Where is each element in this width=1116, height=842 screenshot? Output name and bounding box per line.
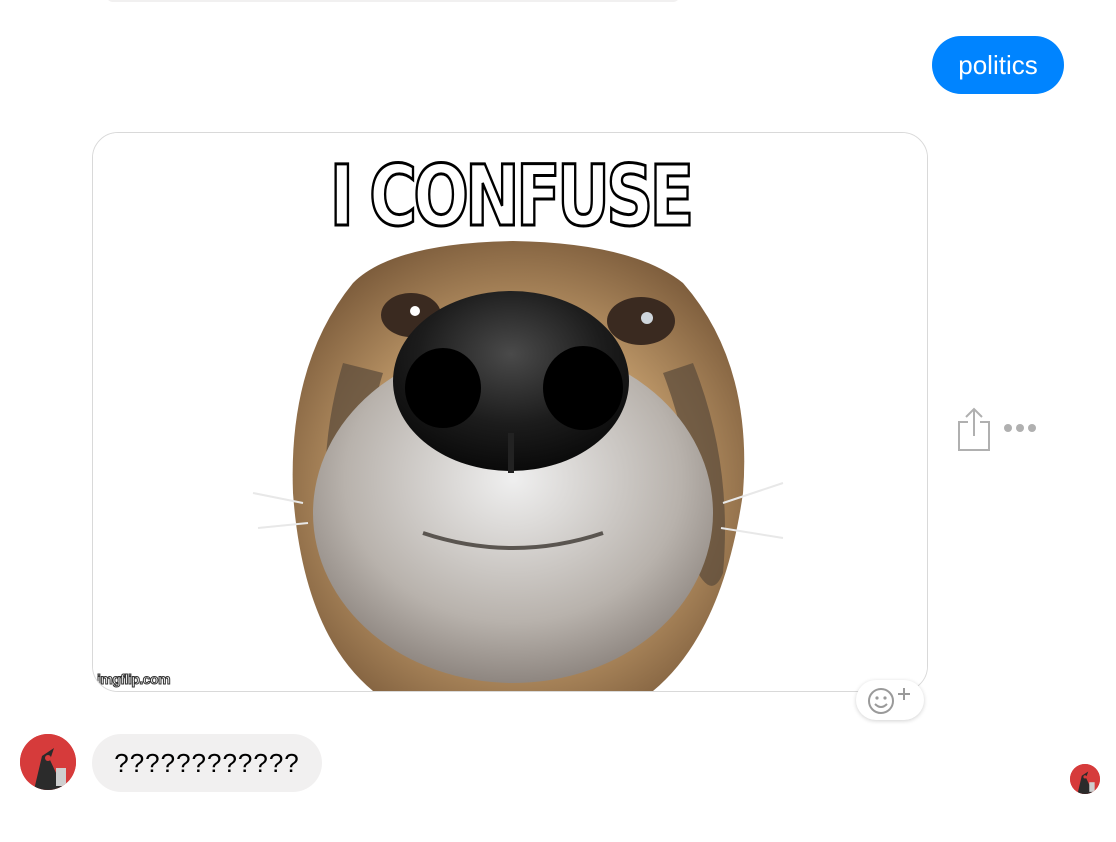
seen-avatar-image bbox=[1070, 764, 1100, 794]
avatar[interactable] bbox=[20, 734, 76, 790]
previous-message-bubble bbox=[106, 0, 680, 2]
share-button[interactable] bbox=[955, 406, 993, 454]
sent-message-bubble[interactable]: politics bbox=[932, 36, 1064, 94]
more-options-button[interactable] bbox=[1002, 418, 1038, 438]
meme-caption: I CONFUSE bbox=[329, 146, 696, 247]
imgflip-watermark: imgflip.com bbox=[96, 671, 171, 688]
add-reaction-icon bbox=[868, 688, 910, 714]
received-message-text: ???????????? bbox=[114, 747, 300, 778]
share-icon bbox=[958, 407, 990, 451]
seen-indicator-avatar bbox=[1070, 764, 1100, 794]
avatar-image bbox=[20, 734, 76, 790]
received-message-bubble[interactable]: ???????????? bbox=[92, 734, 322, 792]
more-options-icon bbox=[1004, 424, 1036, 432]
add-reaction-button[interactable] bbox=[856, 680, 924, 720]
image-attachment[interactable]: I CONFUSE imgflip.com bbox=[92, 132, 928, 692]
sent-message-text: politics bbox=[958, 49, 1038, 80]
